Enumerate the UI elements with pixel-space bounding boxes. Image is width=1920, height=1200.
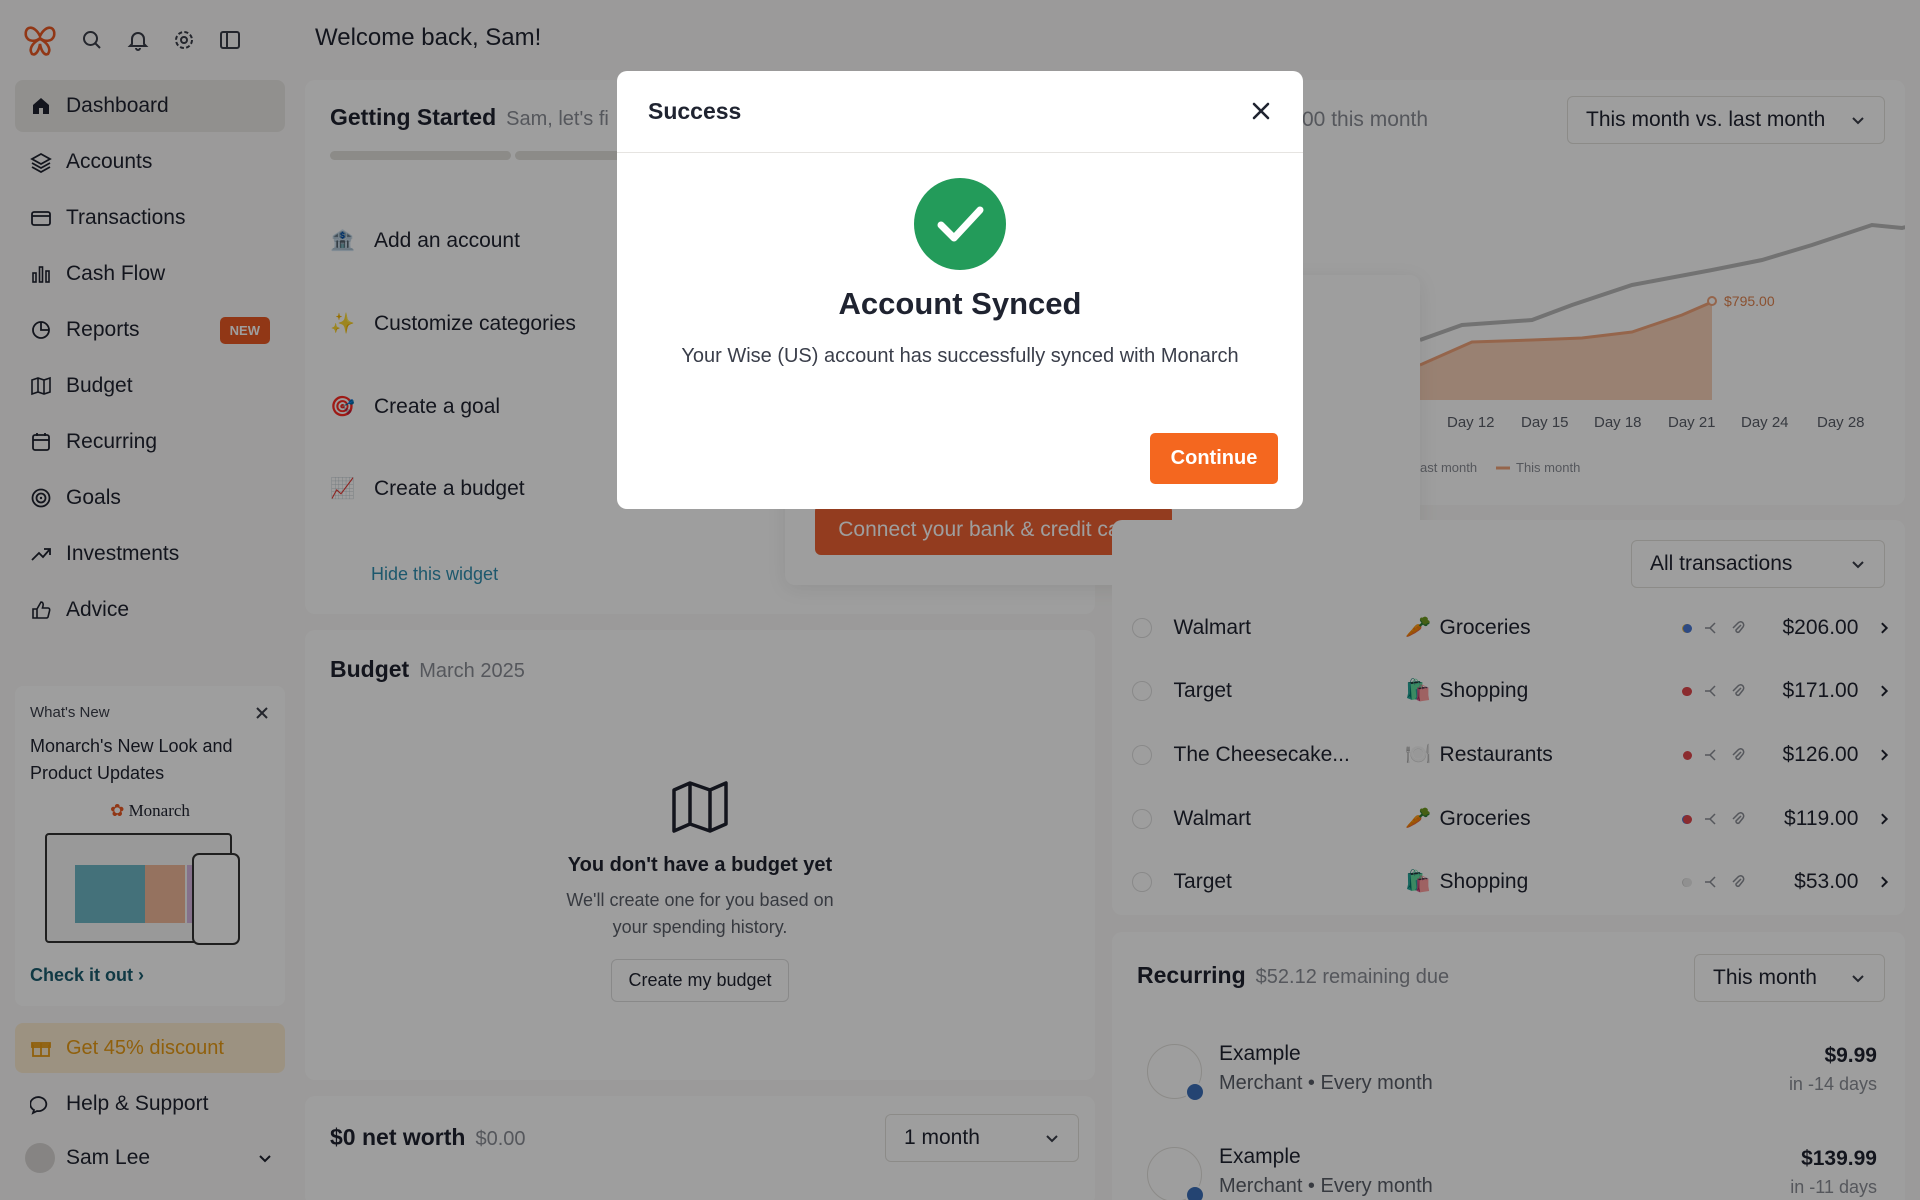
- modal-title: Account Synced: [838, 286, 1082, 321]
- close-icon[interactable]: [1249, 99, 1273, 123]
- modal-message: Your Wise (US) account has successfully …: [681, 345, 1239, 367]
- modal-header: Success: [617, 71, 1303, 153]
- success-modal: Success Account Synced Your Wise (US) ac…: [617, 71, 1303, 509]
- check-circle-icon: [914, 178, 1006, 270]
- continue-button[interactable]: Continue: [1150, 433, 1278, 484]
